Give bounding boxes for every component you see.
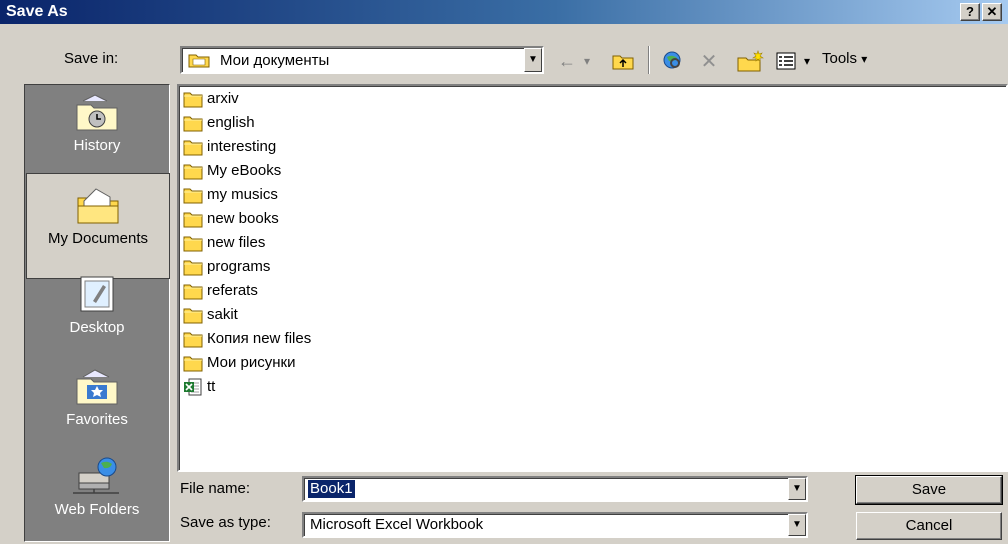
file-name-combo[interactable]: Book1 ▼ xyxy=(302,476,808,502)
list-item-label: my musics xyxy=(207,186,278,203)
folder-icon xyxy=(183,92,203,108)
place-label: Web Folders xyxy=(54,501,140,518)
back-dropdown-icon[interactable]: ▾ xyxy=(580,48,594,74)
place-my-documents[interactable]: My Documents xyxy=(26,173,170,279)
save-in-combo[interactable]: Мои документы ▼ xyxy=(180,46,544,74)
list-item[interactable]: tt xyxy=(183,376,215,398)
list-item-label: tt xyxy=(207,378,216,395)
back-arrow-icon[interactable]: ← xyxy=(554,48,580,74)
search-web-button[interactable] xyxy=(658,48,688,74)
place-history[interactable]: History xyxy=(26,93,168,173)
place-favorites[interactable]: Favorites xyxy=(26,367,168,447)
place-label: Desktop xyxy=(69,319,125,336)
folder-icon xyxy=(183,260,203,276)
place-label: My Documents xyxy=(47,230,149,247)
folder-icon xyxy=(183,236,203,252)
places-bar: History My Documents Desktop Favorites W… xyxy=(24,84,170,542)
list-item[interactable]: My eBooks xyxy=(183,160,281,182)
save-in-label: Save in: xyxy=(64,50,119,67)
up-folder-icon xyxy=(612,55,634,70)
title-bar[interactable]: Save As xyxy=(0,0,1008,24)
folder-icon xyxy=(183,308,203,324)
favorites-icon xyxy=(76,369,118,405)
help-button[interactable]: ? xyxy=(960,3,980,21)
history-icon xyxy=(76,94,118,131)
list-item-label: arxiv xyxy=(207,90,239,107)
list-item-label: My eBooks xyxy=(207,162,282,179)
list-item[interactable]: my musics xyxy=(183,184,278,206)
list-item-label: english xyxy=(207,114,255,131)
delete-icon[interactable]: ✕ xyxy=(696,48,722,74)
window-title: Save As xyxy=(6,3,68,20)
list-item[interactable]: Мои рисунки xyxy=(183,352,296,374)
file-list[interactable]: arxiv english interesting My eBooks my music… xyxy=(177,84,1008,472)
folder-icon xyxy=(183,164,203,180)
list-item-label: new books xyxy=(207,210,279,227)
folder-icon xyxy=(183,188,203,204)
save-in-value: Мои документы xyxy=(220,52,330,69)
list-item[interactable]: sakit xyxy=(183,304,238,326)
folder-icon xyxy=(183,212,203,228)
folder-icon xyxy=(183,356,203,372)
folder-icon xyxy=(183,140,203,156)
list-item-label: interesting xyxy=(207,138,277,155)
list-item[interactable]: arxiv xyxy=(183,88,239,110)
place-label: History xyxy=(73,137,121,154)
file-name-label: File name: xyxy=(180,480,251,497)
save-as-type-label: Save as type: xyxy=(180,514,271,531)
views-icon xyxy=(776,52,796,70)
excel-file-icon xyxy=(184,378,202,396)
my-documents-icon xyxy=(77,188,119,224)
views-dropdown-icon[interactable]: ▾ xyxy=(798,48,816,74)
save-button[interactable]: Save xyxy=(855,475,1003,505)
toolbar-separator xyxy=(648,46,650,74)
list-item-label: Копия new files xyxy=(207,330,312,347)
folder-icon xyxy=(183,116,203,132)
list-item-label: programs xyxy=(207,258,271,275)
tools-menu[interactable]: Tools ▾ xyxy=(822,50,867,67)
list-item[interactable]: Копия new files xyxy=(183,328,311,350)
web-folders-icon xyxy=(73,457,119,494)
place-label: Favorites xyxy=(66,411,128,428)
list-item[interactable]: new files xyxy=(183,232,265,254)
list-item-label: referats xyxy=(207,282,258,299)
list-item-label: sakit xyxy=(207,306,238,323)
up-folder-button[interactable] xyxy=(608,48,638,74)
save-in-dropdown-arrow[interactable]: ▼ xyxy=(524,48,542,72)
my-documents-icon xyxy=(188,54,210,68)
desktop-icon xyxy=(80,276,114,312)
list-item[interactable]: english xyxy=(183,112,255,134)
save-as-type-dropdown-arrow[interactable]: ▼ xyxy=(788,514,806,536)
save-as-type-value: Microsoft Excel Workbook xyxy=(310,516,484,533)
list-item[interactable]: programs xyxy=(183,256,270,278)
place-web-folders[interactable]: Web Folders xyxy=(26,457,168,537)
list-item[interactable]: new books xyxy=(183,208,279,230)
new-folder-button[interactable] xyxy=(734,48,766,74)
search-web-icon xyxy=(663,51,681,69)
file-name-dropdown-arrow[interactable]: ▼ xyxy=(788,478,806,500)
tools-label: Tools xyxy=(822,50,858,67)
list-item-label: new files xyxy=(207,234,266,251)
save-as-type-combo[interactable]: Microsoft Excel Workbook ▼ xyxy=(302,512,808,538)
views-button[interactable] xyxy=(774,48,798,74)
list-item[interactable]: interesting xyxy=(183,136,276,158)
place-desktop[interactable]: Desktop xyxy=(26,275,168,355)
new-folder-icon xyxy=(737,50,764,72)
cancel-button[interactable]: Cancel xyxy=(856,512,1002,540)
folder-icon xyxy=(183,284,203,300)
folder-icon xyxy=(183,332,203,348)
list-item[interactable]: referats xyxy=(183,280,258,302)
file-name-input[interactable]: Book1 xyxy=(308,480,355,498)
tools-dropdown-icon: ▾ xyxy=(861,52,868,66)
close-button[interactable]: ✕ xyxy=(982,3,1002,21)
list-item-label: Мои рисунки xyxy=(207,354,296,371)
